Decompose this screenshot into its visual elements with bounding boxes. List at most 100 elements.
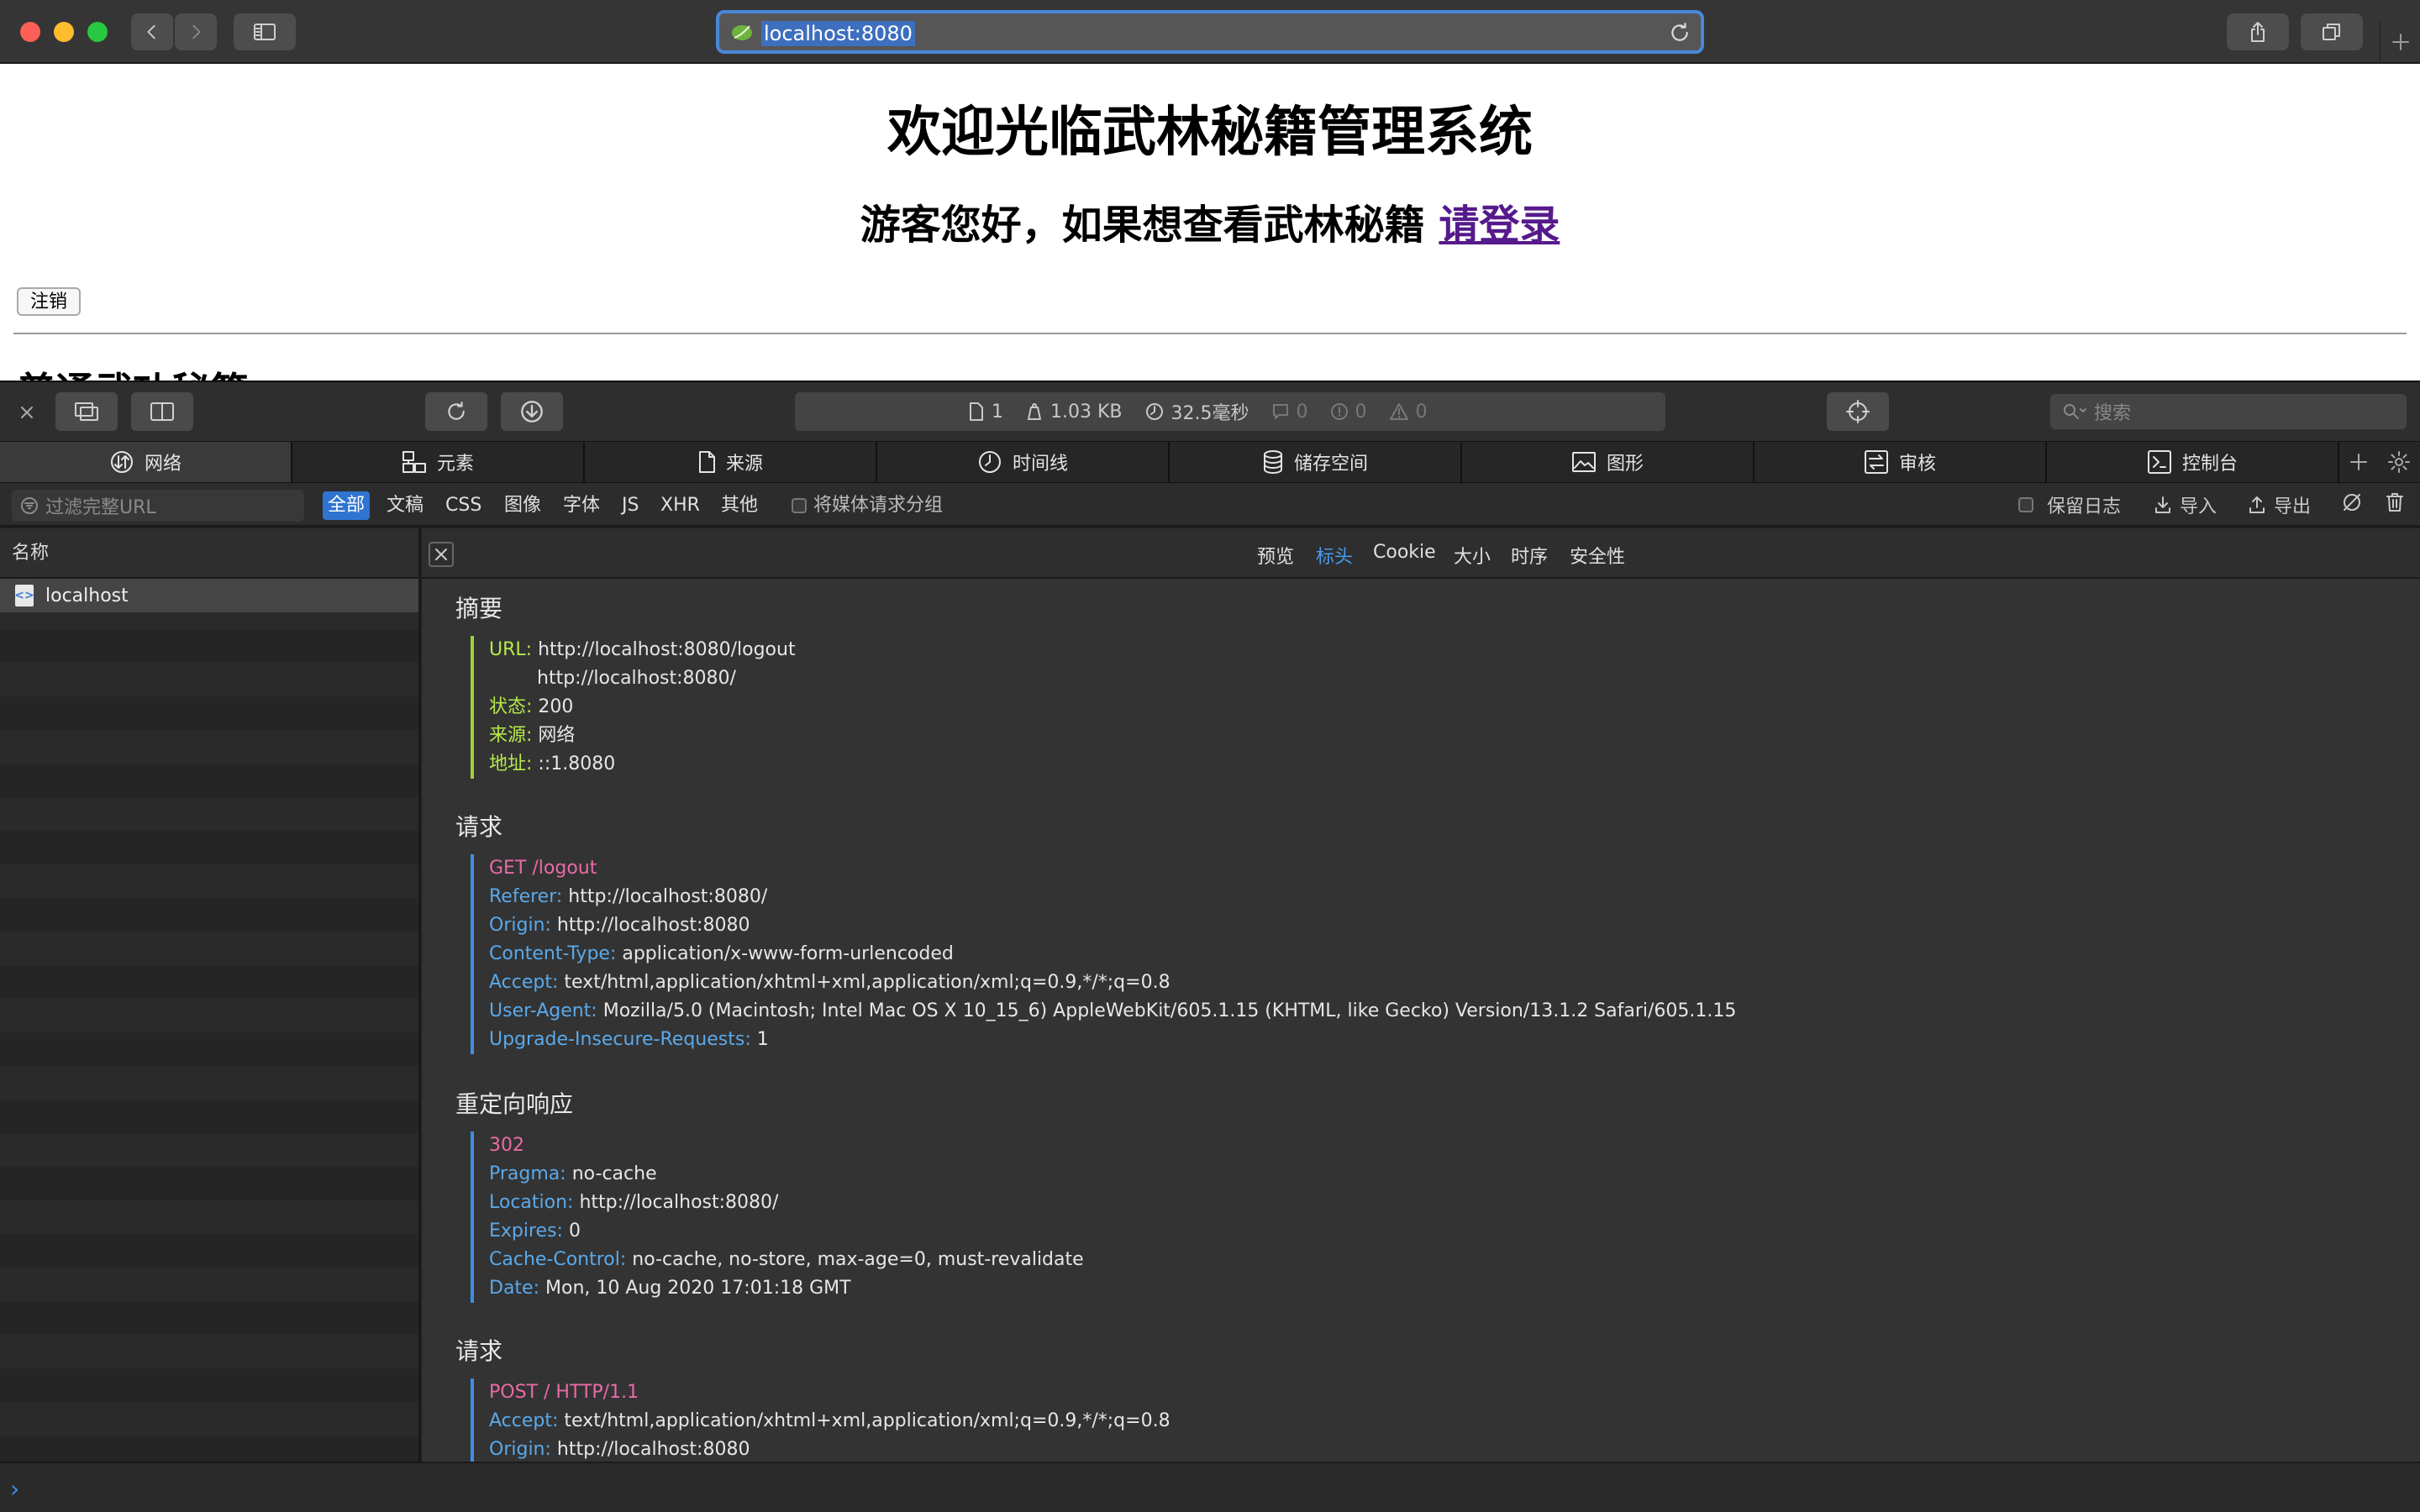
header-row: Expires: 0 xyxy=(489,1217,1084,1246)
filter-documents[interactable]: 文稿 xyxy=(381,491,429,520)
download-button[interactable] xyxy=(501,392,563,431)
address-text[interactable]: localhost:8080 xyxy=(761,21,915,46)
key: User-Agent: xyxy=(489,1000,597,1021)
summary-url-row: URL: http://localhost:8080/logout xyxy=(489,636,796,664)
minimize-window-button[interactable] xyxy=(54,22,74,42)
key: URL: xyxy=(489,639,533,660)
close-window-button[interactable] xyxy=(20,22,40,42)
tab-preview[interactable]: 预览 xyxy=(1257,542,1294,569)
logout-button[interactable]: 注销 xyxy=(17,287,82,316)
value: http://localhost:8080 xyxy=(556,915,750,936)
sidebar-toggle-button[interactable] xyxy=(234,13,296,50)
request-list: 名称 <> localhost xyxy=(0,528,420,1462)
back-button[interactable] xyxy=(131,13,173,50)
dock-side-button[interactable] xyxy=(131,392,193,431)
message-count: 0 xyxy=(1271,402,1308,423)
key: Cache-Control: xyxy=(489,1249,627,1270)
filter-css[interactable]: CSS xyxy=(440,491,487,520)
message-icon xyxy=(1272,404,1288,419)
reload-icon[interactable] xyxy=(1669,22,1691,44)
plus-icon xyxy=(2391,34,2409,50)
plus-icon[interactable] xyxy=(2349,452,2369,472)
url-filter-input[interactable]: 过滤完整URL xyxy=(12,490,304,522)
inspector-search[interactable]: 搜索 xyxy=(2050,394,2407,429)
summary-url2-row[interactable]: http://localhost:8080/ xyxy=(489,664,796,693)
tab-timelines[interactable]: 时间线 xyxy=(877,442,1170,482)
tab-cookies[interactable]: Cookie xyxy=(1373,542,1436,563)
tab-timing[interactable]: 时序 xyxy=(1511,542,1548,569)
tab-headers[interactable]: 标头 xyxy=(1316,542,1353,569)
reload-page-button[interactable] xyxy=(425,392,487,431)
zoom-window-button[interactable] xyxy=(87,22,108,42)
preserve-log-checkbox[interactable]: 保留日志 xyxy=(2018,491,2121,518)
request-heading: 请求 xyxy=(455,813,503,841)
tab-security[interactable]: 安全性 xyxy=(1570,542,1625,569)
spring-leaf-icon xyxy=(732,25,752,40)
tab-console[interactable]: 控制台 xyxy=(2047,442,2339,482)
detach-button[interactable] xyxy=(55,392,118,431)
filter-fonts[interactable]: 字体 xyxy=(558,491,605,520)
filter-images[interactable]: 图像 xyxy=(499,491,546,520)
close-inspector-icon[interactable] xyxy=(18,404,35,421)
name-column-header[interactable]: 名称 xyxy=(0,528,418,579)
tab-network[interactable]: 网络 xyxy=(0,442,292,482)
address-bar[interactable]: localhost:8080 xyxy=(716,10,1704,54)
element-picker-button[interactable] xyxy=(1827,392,1889,431)
login-link[interactable]: 请登录 xyxy=(1439,202,1560,249)
tab-label: 元素 xyxy=(436,454,474,475)
value: text/html,application/xhtml+xml,applicat… xyxy=(564,1410,1171,1431)
import-button[interactable]: 导入 xyxy=(2153,491,2217,518)
split-icon xyxy=(150,402,174,421)
section-heading: 普通武功秘籍 xyxy=(17,361,249,381)
chevron-left-icon xyxy=(147,24,155,39)
import-icon xyxy=(2155,496,2170,513)
tab-elements[interactable]: 元素 xyxy=(292,442,585,482)
sidebar-icon xyxy=(254,24,276,40)
filter-all[interactable]: 全部 xyxy=(323,491,371,520)
value: 网络 xyxy=(538,725,576,746)
share-button[interactable] xyxy=(2227,13,2289,50)
tab-audit[interactable]: 审核 xyxy=(1754,442,2047,482)
message-count-value: 0 xyxy=(1296,401,1308,423)
key: Expires: xyxy=(489,1221,563,1242)
greeting-text: 游客您好，如果想查看武林秘籍 xyxy=(860,202,1425,249)
search-icon xyxy=(2064,404,2086,419)
tab-sizes[interactable]: 大小 xyxy=(1454,542,1491,569)
key: Date: xyxy=(489,1278,539,1299)
tab-graphics[interactable]: 图形 xyxy=(1462,442,1754,482)
tab-label: 网络 xyxy=(144,454,182,475)
gear-icon[interactable] xyxy=(2387,450,2411,474)
resource-count: 1 xyxy=(968,402,1003,423)
tab-sources[interactable]: 来源 xyxy=(585,442,877,482)
request2-heading: 请求 xyxy=(455,1337,503,1365)
key: Upgrade-Insecure-Requests: xyxy=(489,1029,751,1050)
filter-js[interactable]: JS xyxy=(617,491,644,520)
header-row: Date: Mon, 10 Aug 2020 17:01:18 GMT xyxy=(489,1274,1084,1303)
filter-xhr[interactable]: XHR xyxy=(655,491,705,520)
clear-log-button[interactable] xyxy=(2385,491,2405,513)
request-detail: 预览 标头 Cookie 大小 时序 安全性 摘要 URL: http://lo… xyxy=(422,528,2420,1462)
request-row[interactable]: <> localhost xyxy=(0,579,418,612)
key: 地址: xyxy=(489,753,533,774)
value[interactable]: http://localhost:8080/logout xyxy=(538,639,796,660)
checkbox-box[interactable] xyxy=(2018,497,2033,512)
value: text/html,application/xhtml+xml,applicat… xyxy=(564,972,1171,993)
forward-button[interactable] xyxy=(175,13,217,50)
tab-overview-button[interactable] xyxy=(2301,13,2363,50)
header-row: Content-Type: application/x-www-form-url… xyxy=(489,940,1736,969)
close-detail-button[interactable] xyxy=(429,542,454,567)
tab-label: 来源 xyxy=(725,454,763,475)
checkbox-box[interactable] xyxy=(792,498,807,513)
filter-other[interactable]: 其他 xyxy=(716,491,763,520)
header-row: Cache-Control: no-cache, no-store, max-a… xyxy=(489,1246,1084,1274)
summary-status-row: 状态: 200 xyxy=(489,693,796,722)
export-button[interactable]: 导出 xyxy=(2247,491,2311,518)
error-count: 0 xyxy=(1330,402,1367,423)
console-prompt[interactable]: › xyxy=(0,1462,2420,1512)
clear-cache-button[interactable] xyxy=(2341,491,2363,513)
header-row: Accept: text/html,application/xhtml+xml,… xyxy=(489,1407,1171,1436)
tab-storage[interactable]: 储存空间 xyxy=(1170,442,1462,482)
group-media-checkbox[interactable]: 将媒体请求分组 xyxy=(786,491,948,520)
web-page: 欢迎光临武林秘籍管理系统 游客您好，如果想查看武林秘籍 请登录 注销 普通武功秘… xyxy=(0,64,2420,381)
new-tab-button[interactable] xyxy=(2380,20,2420,64)
